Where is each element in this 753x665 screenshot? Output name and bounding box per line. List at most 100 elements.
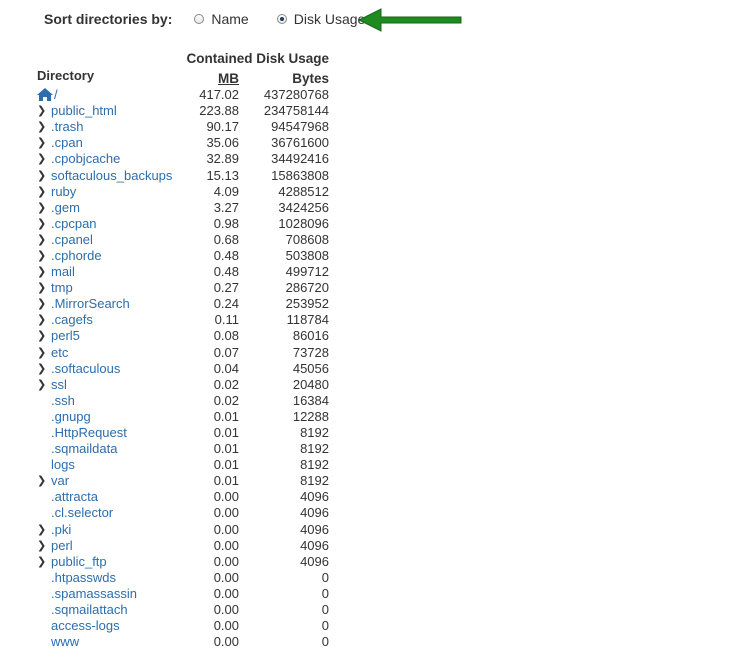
directory-link[interactable]: perl5 xyxy=(51,328,80,343)
directory-link[interactable]: .cagefs xyxy=(51,312,93,327)
directory-link[interactable]: .cphorde xyxy=(51,248,102,263)
directory-link[interactable]: .cpanel xyxy=(51,232,93,247)
directory-link[interactable]: .htpasswds xyxy=(51,570,116,585)
directory-link[interactable]: .cpan xyxy=(51,135,83,150)
sort-by-name-radio[interactable] xyxy=(194,14,205,24)
directory-cell: ❯ .cpcpan xyxy=(37,216,174,232)
directory-cell: logs xyxy=(37,457,174,473)
directory-link[interactable]: perl xyxy=(51,538,73,553)
bytes-cell: 0 xyxy=(321,618,329,634)
mb-cell: 0.01 xyxy=(213,441,239,457)
bytes-cell: 253952 xyxy=(285,296,329,312)
directory-link[interactable]: mail xyxy=(51,264,75,279)
sort-by-name-option[interactable]: Name xyxy=(194,11,249,27)
bytes-cell: 45056 xyxy=(292,360,329,376)
directory-link[interactable]: .cpcpan xyxy=(51,216,97,231)
chevron-right-icon[interactable]: ❯ xyxy=(37,168,51,184)
home-icon[interactable] xyxy=(37,88,53,102)
mb-cell: 90.17 xyxy=(206,119,239,135)
directory-link[interactable]: .sqmailattach xyxy=(51,602,128,617)
chevron-right-icon[interactable]: ❯ xyxy=(37,296,51,312)
table-row: www 0.00 0 xyxy=(37,634,329,650)
chevron-right-icon[interactable]: ❯ xyxy=(37,312,51,328)
table-row: ❯ .cpan 35.06 36761600 xyxy=(37,135,329,151)
directory-cell: ❯ perl5 xyxy=(37,328,174,344)
chevron-right-icon[interactable]: ❯ xyxy=(37,103,51,119)
chevron-right-icon[interactable]: ❯ xyxy=(37,361,51,377)
chevron-right-icon[interactable]: ❯ xyxy=(37,264,51,280)
directory-link[interactable]: .attracta xyxy=(51,489,98,504)
directory-cell: ❯ public_html xyxy=(37,103,174,119)
bytes-cell: 8192 xyxy=(300,457,329,473)
directory-link[interactable]: .cpobjcache xyxy=(51,151,120,166)
chevron-right-icon[interactable]: ❯ xyxy=(37,377,51,393)
directory-link[interactable]: public_html xyxy=(51,103,117,118)
bytes-column-header: Bytes xyxy=(292,70,329,86)
directory-link[interactable]: .sqmaildata xyxy=(51,441,117,456)
chevron-right-icon[interactable]: ❯ xyxy=(37,538,51,554)
directory-link[interactable]: .pki xyxy=(51,522,71,537)
sort-label: Sort directories by: xyxy=(44,11,173,27)
directory-link[interactable]: access-logs xyxy=(51,618,120,633)
sort-by-disk-usage-radio[interactable] xyxy=(276,14,287,24)
bytes-cell: 15863808 xyxy=(271,167,329,183)
directory-link[interactable]: .softaculous xyxy=(51,361,120,376)
table-row: ❯ .cagefs 0.11 118784 xyxy=(37,312,329,328)
directory-link[interactable]: .gem xyxy=(51,200,80,215)
directory-cell: ❯ etc xyxy=(37,345,174,361)
chevron-right-icon[interactable]: ❯ xyxy=(37,522,51,538)
table-row: ❯ .cpcpan 0.98 1028096 xyxy=(37,216,329,232)
chevron-right-icon[interactable]: ❯ xyxy=(37,473,51,489)
sort-by-disk-usage-option[interactable]: Disk Usage xyxy=(276,11,366,27)
directory-link[interactable]: var xyxy=(51,473,69,488)
directory-link[interactable]: .gnupg xyxy=(51,409,91,424)
bytes-cell: 1028096 xyxy=(278,215,329,231)
directory-link[interactable]: softaculous_backups xyxy=(51,168,172,183)
directory-link[interactable]: .spamassassin xyxy=(51,586,137,601)
directory-link[interactable]: .ssh xyxy=(51,393,75,408)
bytes-cell: 94547968 xyxy=(271,119,329,135)
chevron-right-icon[interactable]: ❯ xyxy=(37,135,51,151)
table-row: .ssh 0.02 16384 xyxy=(37,393,329,409)
table-row: ❯ public_ftp 0.00 4096 xyxy=(37,554,329,570)
directory-link[interactable]: tmp xyxy=(51,280,73,295)
directory-cell: .attracta xyxy=(37,489,174,505)
sort-by-name-label[interactable]: Name xyxy=(211,11,248,27)
directory-link[interactable]: etc xyxy=(51,345,68,360)
mb-cell: 0.00 xyxy=(213,602,239,618)
table-row: .attracta 0.00 4096 xyxy=(37,489,329,505)
directory-link[interactable]: ssl xyxy=(51,377,67,392)
directory-cell: ❯ .cpobjcache xyxy=(37,151,174,167)
chevron-right-icon[interactable]: ❯ xyxy=(37,248,51,264)
mb-cell: 0.00 xyxy=(213,585,239,601)
bytes-cell: 34492416 xyxy=(271,151,329,167)
directory-link[interactable]: ruby xyxy=(51,184,76,199)
home-directory-link[interactable]: / xyxy=(54,87,58,102)
chevron-right-icon[interactable]: ❯ xyxy=(37,328,51,344)
chevron-right-icon[interactable]: ❯ xyxy=(37,184,51,200)
directory-cell: .HttpRequest xyxy=(37,425,174,441)
directory-link[interactable]: .HttpRequest xyxy=(51,425,127,440)
chevron-right-icon[interactable]: ❯ xyxy=(37,200,51,216)
sort-by-disk-usage-label[interactable]: Disk Usage xyxy=(294,11,366,27)
directory-cell: / xyxy=(37,87,174,103)
chevron-right-icon[interactable]: ❯ xyxy=(37,345,51,361)
table-row: ❯ .cpobjcache 32.89 34492416 xyxy=(37,151,329,167)
directory-cell: ❯ .trash xyxy=(37,119,174,135)
mb-cell: 15.13 xyxy=(206,167,239,183)
chevron-right-icon[interactable]: ❯ xyxy=(37,216,51,232)
directory-link[interactable]: www xyxy=(51,634,79,649)
directory-link[interactable]: logs xyxy=(51,457,75,472)
chevron-right-icon[interactable]: ❯ xyxy=(37,232,51,248)
chevron-right-icon[interactable]: ❯ xyxy=(37,280,51,296)
table-row: ❯ public_html 223.88 234758144 xyxy=(37,103,329,119)
mb-cell: 223.88 xyxy=(199,103,239,119)
chevron-right-icon[interactable]: ❯ xyxy=(37,554,51,570)
directory-link[interactable]: .trash xyxy=(51,119,84,134)
directory-link[interactable]: public_ftp xyxy=(51,554,107,569)
chevron-right-icon[interactable]: ❯ xyxy=(37,119,51,135)
directory-link[interactable]: .cl.selector xyxy=(51,505,113,520)
chevron-right-icon[interactable]: ❯ xyxy=(37,151,51,167)
table-row: .cl.selector 0.00 4096 xyxy=(37,505,329,521)
directory-link[interactable]: .MirrorSearch xyxy=(51,296,130,311)
